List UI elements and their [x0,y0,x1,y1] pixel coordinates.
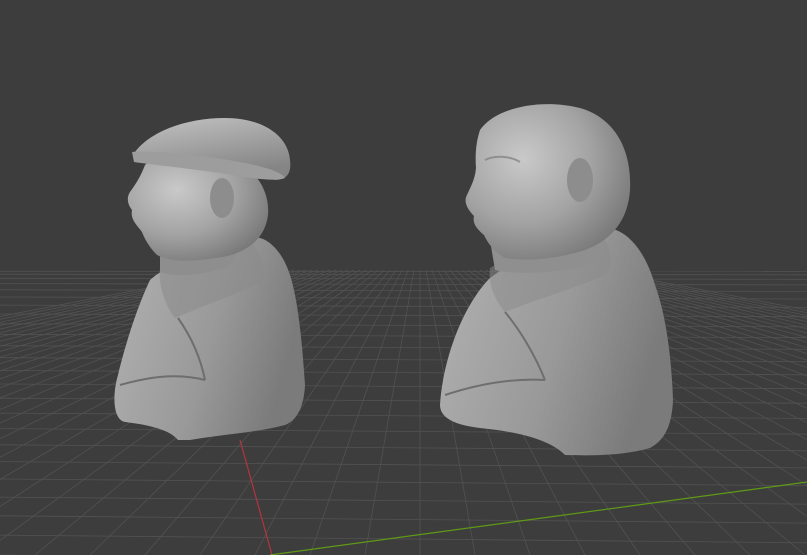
grid-line [364,269,415,555]
bust-bareheaded-ear [567,158,593,202]
grid-line [0,515,807,524]
3d-viewport[interactable] [0,0,807,555]
grid-line [0,444,807,452]
grid-line [0,461,807,469]
grid-line [309,269,409,555]
bust-with-cap-ear [210,178,234,218]
y-axis-line [269,481,807,555]
bust-bareheaded[interactable] [440,104,673,456]
grid-line [0,478,807,487]
grid-line [0,428,807,435]
grid-line [0,273,807,276]
grid-line [0,277,807,280]
bust-bareheaded-head [465,104,631,260]
viewport-scene[interactable] [0,0,807,555]
grid-line [0,345,807,350]
bust-with-cap[interactable] [114,118,305,440]
